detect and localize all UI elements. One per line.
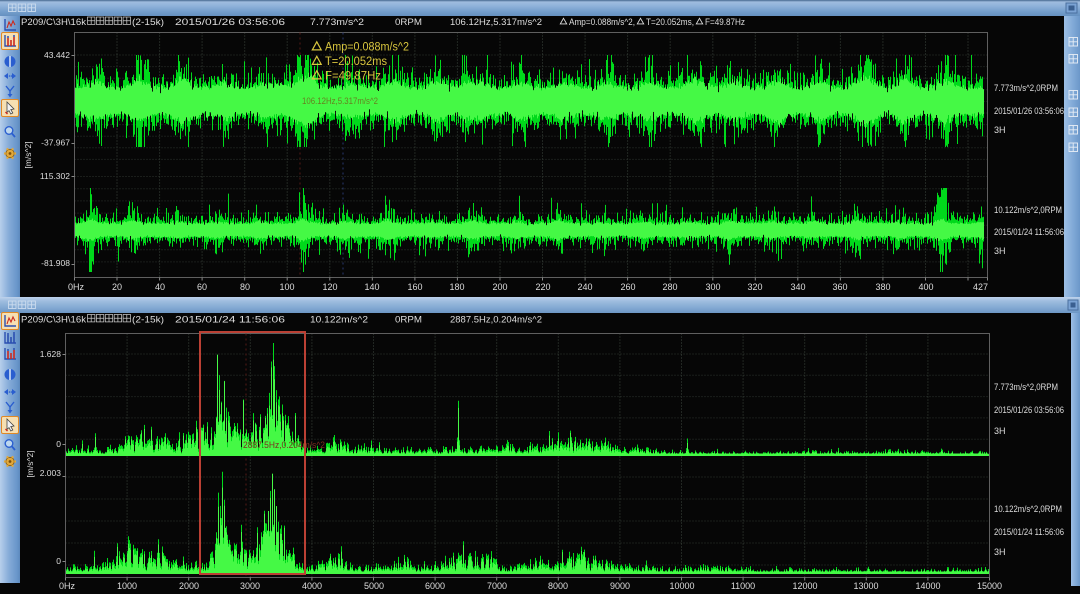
- svg-text:4000: 4000: [302, 581, 322, 591]
- svg-text:15000: 15000: [977, 581, 1002, 591]
- svg-text:2015/01/24 11:56:06: 2015/01/24 11:56:06: [175, 315, 285, 326]
- svg-text:427: 427: [973, 282, 988, 292]
- svg-text:43.442: 43.442: [44, 50, 70, 60]
- svg-text:(2-15k): (2-15k): [132, 17, 164, 28]
- svg-text:60: 60: [197, 282, 207, 292]
- svg-text:280: 280: [662, 282, 677, 292]
- svg-text:106.12Hz,5.317m/s^2: 106.12Hz,5.317m/s^2: [302, 96, 378, 106]
- svg-text:3H: 3H: [994, 125, 1006, 135]
- svg-text:1000: 1000: [117, 581, 137, 591]
- svg-text:2.003: 2.003: [40, 468, 62, 478]
- svg-text:10.122m/s^2,0RPM: 10.122m/s^2,0RPM: [994, 205, 1062, 215]
- svg-text:140: 140: [364, 282, 379, 292]
- svg-text:T=20.052ms,: T=20.052ms,: [646, 17, 694, 28]
- svg-text:2015/01/24 11:56:06: 2015/01/24 11:56:06: [994, 227, 1064, 237]
- svg-text:115.302: 115.302: [40, 171, 70, 181]
- svg-text:380: 380: [875, 282, 890, 292]
- svg-text:180: 180: [449, 282, 464, 292]
- svg-text:7.773m/s^2,0RPM: 7.773m/s^2,0RPM: [994, 83, 1058, 93]
- svg-text:T=20.052ms: T=20.052ms: [325, 56, 387, 68]
- svg-text:11000: 11000: [731, 581, 755, 591]
- svg-text:10.122m/s^2: 10.122m/s^2: [310, 315, 368, 326]
- svg-text:P209/C\3H\16k: P209/C\3H\16k: [21, 17, 86, 28]
- svg-text:9000: 9000: [610, 581, 630, 591]
- svg-text:10000: 10000: [669, 581, 694, 591]
- svg-text:160: 160: [407, 282, 422, 292]
- svg-text:2015/01/24 11:56:06: 2015/01/24 11:56:06: [994, 527, 1064, 537]
- svg-text:Amp=0.088m/s^2: Amp=0.088m/s^2: [325, 42, 409, 54]
- svg-text:400: 400: [918, 282, 933, 292]
- svg-text:[m/s^2]: [m/s^2]: [25, 450, 35, 477]
- svg-text:3H: 3H: [994, 246, 1006, 256]
- svg-text:7.773m/s^2,0RPM: 7.773m/s^2,0RPM: [994, 382, 1058, 392]
- svg-text:80: 80: [240, 282, 250, 292]
- svg-text:2015/01/26 03:56:06: 2015/01/26 03:56:06: [994, 106, 1064, 116]
- svg-text:F=49.87Hz: F=49.87Hz: [705, 17, 745, 28]
- svg-text:F=49.87Hz: F=49.87Hz: [325, 71, 381, 83]
- svg-text:100: 100: [279, 282, 294, 292]
- svg-text:Amp=0.088m/s^2,: Amp=0.088m/s^2,: [569, 17, 635, 28]
- svg-text:40: 40: [155, 282, 165, 292]
- svg-text:(2-15k): (2-15k): [132, 315, 164, 326]
- svg-text:5000: 5000: [364, 581, 384, 591]
- svg-text:2015/01/26 03:56:06: 2015/01/26 03:56:06: [994, 405, 1064, 415]
- svg-text:[m/s^2]: [m/s^2]: [23, 141, 33, 168]
- svg-text:P209/C\3H\16k: P209/C\3H\16k: [21, 315, 86, 326]
- svg-text:2015/01/26 03:56:06: 2015/01/26 03:56:06: [175, 17, 285, 28]
- svg-text:-81.908: -81.908: [41, 258, 70, 268]
- svg-text:13000: 13000: [853, 581, 878, 591]
- svg-text:12000: 12000: [792, 581, 817, 591]
- svg-text:0RPM: 0RPM: [395, 17, 422, 28]
- svg-text:0: 0: [56, 556, 61, 566]
- svg-text:2000: 2000: [179, 581, 199, 591]
- svg-text:8000: 8000: [548, 581, 568, 591]
- svg-text:1.628: 1.628: [40, 349, 62, 359]
- svg-text:3000: 3000: [240, 581, 260, 591]
- svg-text:340: 340: [790, 282, 805, 292]
- svg-text:-37.967: -37.967: [41, 138, 70, 148]
- svg-text:300: 300: [705, 282, 720, 292]
- svg-text:106.12Hz,5.317m/s^2: 106.12Hz,5.317m/s^2: [450, 17, 542, 28]
- svg-text:7.773m/s^2: 7.773m/s^2: [310, 17, 364, 28]
- svg-text:7000: 7000: [487, 581, 507, 591]
- svg-text:240: 240: [577, 282, 592, 292]
- svg-text:2887.5Hz,0.204m/s^2: 2887.5Hz,0.204m/s^2: [243, 440, 325, 450]
- svg-text:0: 0: [56, 439, 61, 449]
- svg-text:0Hz: 0Hz: [68, 282, 85, 292]
- svg-text:3H: 3H: [994, 426, 1006, 436]
- svg-text:220: 220: [535, 282, 550, 292]
- svg-text:10.122m/s^2,0RPM: 10.122m/s^2,0RPM: [994, 504, 1062, 514]
- svg-text:0RPM: 0RPM: [395, 315, 422, 326]
- svg-text:2887.5Hz,0.204m/s^2: 2887.5Hz,0.204m/s^2: [450, 315, 542, 326]
- svg-text:360: 360: [832, 282, 847, 292]
- svg-text:14000: 14000: [915, 581, 940, 591]
- svg-text:3H: 3H: [994, 547, 1006, 557]
- svg-text:120: 120: [322, 282, 337, 292]
- svg-text:200: 200: [492, 282, 507, 292]
- svg-text:320: 320: [747, 282, 762, 292]
- svg-text:260: 260: [620, 282, 635, 292]
- svg-text:6000: 6000: [425, 581, 445, 591]
- svg-text:20: 20: [112, 282, 122, 292]
- svg-text:0Hz: 0Hz: [59, 581, 76, 591]
